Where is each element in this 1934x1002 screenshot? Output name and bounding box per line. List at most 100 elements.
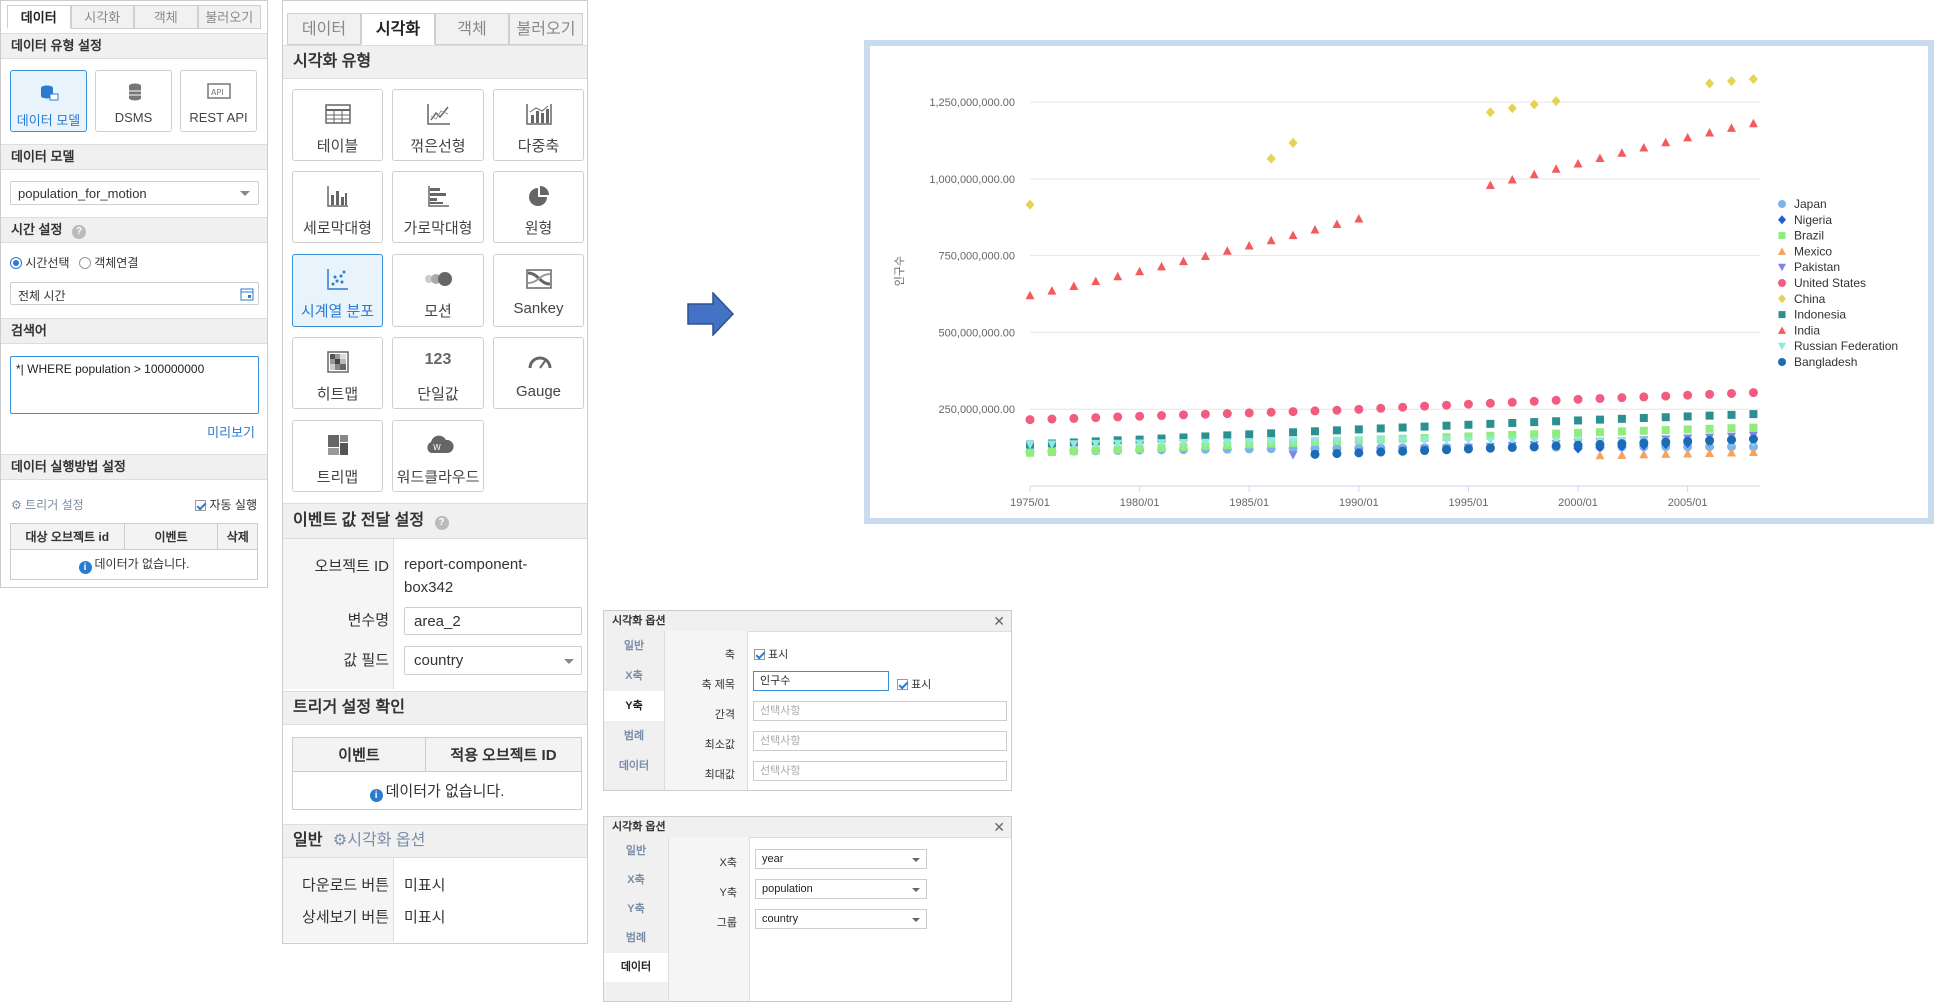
tab-visualization[interactable]: 시각화 <box>361 13 435 45</box>
viz-type-sankey[interactable]: Sankey <box>493 254 584 327</box>
radio-time-select[interactable] <box>10 257 22 269</box>
legend-marker <box>1778 200 1786 208</box>
help-icon[interactable]: ? <box>434 516 449 530</box>
x-field-value: year <box>762 853 784 865</box>
tab-visualization[interactable]: 시각화 <box>70 5 134 29</box>
viz-type-bar[interactable]: 가로막대형 <box>392 171 484 243</box>
data-point <box>1332 405 1342 415</box>
viz-type-time-scatter[interactable]: 시계열 분포 <box>292 254 383 327</box>
viz-type-column[interactable]: 세로막대형 <box>292 171 383 243</box>
variable-name-input[interactable]: area_2 <box>404 607 582 635</box>
calendar-icon[interactable] <box>240 287 254 301</box>
data-point <box>1617 414 1626 423</box>
data-model-option[interactable]: 데이터 모델 <box>10 70 87 132</box>
data-point <box>1529 442 1539 452</box>
group-field-select[interactable]: country <box>755 909 927 929</box>
y-tick-label: 750,000,000.00 <box>939 251 1015 263</box>
y-tick-label: 250,000,000.00 <box>939 404 1015 416</box>
interval-input[interactable]: 선택사항 <box>753 701 1007 721</box>
auto-run-checkbox[interactable] <box>195 500 207 511</box>
interval-label: 간격 <box>714 709 735 721</box>
sankey-icon <box>526 269 552 289</box>
options-tab-data[interactable]: 데이터 <box>604 751 664 781</box>
rest-api-option[interactable]: API REST API <box>180 70 257 132</box>
data-point <box>1047 447 1056 456</box>
data-point <box>1574 416 1583 425</box>
data-point <box>1617 393 1627 403</box>
dsms-option[interactable]: DSMS <box>95 70 172 132</box>
options-tab-data[interactable]: 데이터 <box>604 953 668 982</box>
auto-run-toggle[interactable]: 자동 실행 <box>195 496 257 513</box>
axis-show-toggle[interactable]: 표시 <box>754 646 788 662</box>
data-point <box>1748 434 1758 444</box>
motion-icon <box>425 272 452 286</box>
data-point <box>1486 419 1495 428</box>
viz-type-single-value[interactable]: 123 단일값 <box>392 337 484 409</box>
x-field-select[interactable]: year <box>755 849 927 869</box>
data-point <box>1376 403 1386 413</box>
viz-type-motion[interactable]: 모션 <box>392 254 484 327</box>
tab-object[interactable]: 객체 <box>134 5 198 29</box>
viz-type-treemap[interactable]: 트리맵 <box>292 420 383 492</box>
options-tab-y-axis[interactable]: Y축 <box>604 691 664 721</box>
trigger-table: 대상 오브젝트 id 이벤트 삭제 i 데이터가 없습니다. <box>10 523 258 580</box>
options-tab-x-axis[interactable]: X축 <box>604 661 664 691</box>
viz-type-table[interactable]: 테이블 <box>292 89 383 161</box>
trigger-settings-link[interactable]: ⚙ 트리거 설정 <box>11 496 84 513</box>
help-icon[interactable]: ? <box>72 225 87 239</box>
close-icon[interactable]: ✕ <box>993 611 1005 631</box>
viz-type-label: 히트맵 <box>316 386 359 403</box>
viz-type-line[interactable]: 꺾은선형 <box>392 89 484 161</box>
data-point <box>1595 153 1605 162</box>
max-label: 최대값 <box>704 769 735 781</box>
rest-api-label: REST API <box>189 110 248 125</box>
data-point <box>1683 412 1692 421</box>
options-tab-general[interactable]: 일반 <box>604 837 668 866</box>
tab-load[interactable]: 불러오기 <box>197 5 261 29</box>
viz-panel-tabs: 데이터 시각화 객체 불러오기 <box>283 1 587 45</box>
data-model-select[interactable]: population_for_motion <box>10 181 259 205</box>
data-point <box>1595 450 1605 460</box>
viz-type-gauge[interactable]: Gauge <box>493 337 584 409</box>
close-icon[interactable]: ✕ <box>993 817 1005 837</box>
data-point <box>1705 436 1715 446</box>
time-range-input[interactable]: 전체 시간 <box>10 282 259 305</box>
options-tab-y-axis[interactable]: Y축 <box>604 895 668 924</box>
options-tab-legend[interactable]: 범례 <box>604 924 668 953</box>
tab-data[interactable]: 데이터 <box>287 13 361 45</box>
y-field-select[interactable]: population <box>755 879 927 899</box>
value-field-select[interactable]: country <box>404 646 582 675</box>
chevron-down-icon <box>912 888 920 892</box>
data-point <box>1310 427 1319 436</box>
viz-options-link[interactable]: ⚙시각화 옵션 <box>333 832 425 849</box>
chevron-down-icon <box>240 191 250 196</box>
bar-chart-icon <box>428 186 449 207</box>
viz-type-multi-axis[interactable]: 다중축 <box>493 89 584 161</box>
options-tab-legend[interactable]: 범례 <box>604 721 664 751</box>
options-tab-x-axis[interactable]: X축 <box>604 866 668 895</box>
axis-title-input[interactable]: 인구수 <box>753 671 889 691</box>
data-point <box>1705 389 1715 399</box>
options-window-title: 시각화 옵션 ✕ <box>604 611 1011 632</box>
data-point <box>1332 219 1342 229</box>
viz-type-heatmap[interactable]: 히트맵 <box>292 337 383 409</box>
max-input[interactable]: 선택사항 <box>753 761 1007 781</box>
axis-title-show-toggle[interactable]: 표시 <box>897 676 931 692</box>
preview-link[interactable]: 미리보기 <box>207 422 255 441</box>
viz-type-pie[interactable]: 원형 <box>493 171 584 243</box>
data-point <box>1661 391 1671 401</box>
tab-object[interactable]: 객체 <box>435 13 509 45</box>
x-tick-label: 2000/01 <box>1558 497 1598 509</box>
data-point <box>1529 396 1539 406</box>
data-point <box>1047 414 1057 424</box>
tab-data[interactable]: 데이터 <box>7 5 71 29</box>
options-tab-general[interactable]: 일반 <box>604 631 664 661</box>
axis-show-checkbox[interactable] <box>754 649 765 660</box>
viz-type-wordcloud[interactable]: W 워드클라우드 <box>392 420 484 492</box>
data-type-header: 데이터 유형 설정 <box>1 33 267 59</box>
min-input[interactable]: 선택사항 <box>753 731 1007 751</box>
search-query-input[interactable]: *| WHERE population > 100000000 <box>10 356 259 414</box>
radio-object-link[interactable] <box>78 257 91 269</box>
tab-load[interactable]: 불러오기 <box>509 13 583 45</box>
axis-title-show-checkbox[interactable] <box>897 679 908 690</box>
